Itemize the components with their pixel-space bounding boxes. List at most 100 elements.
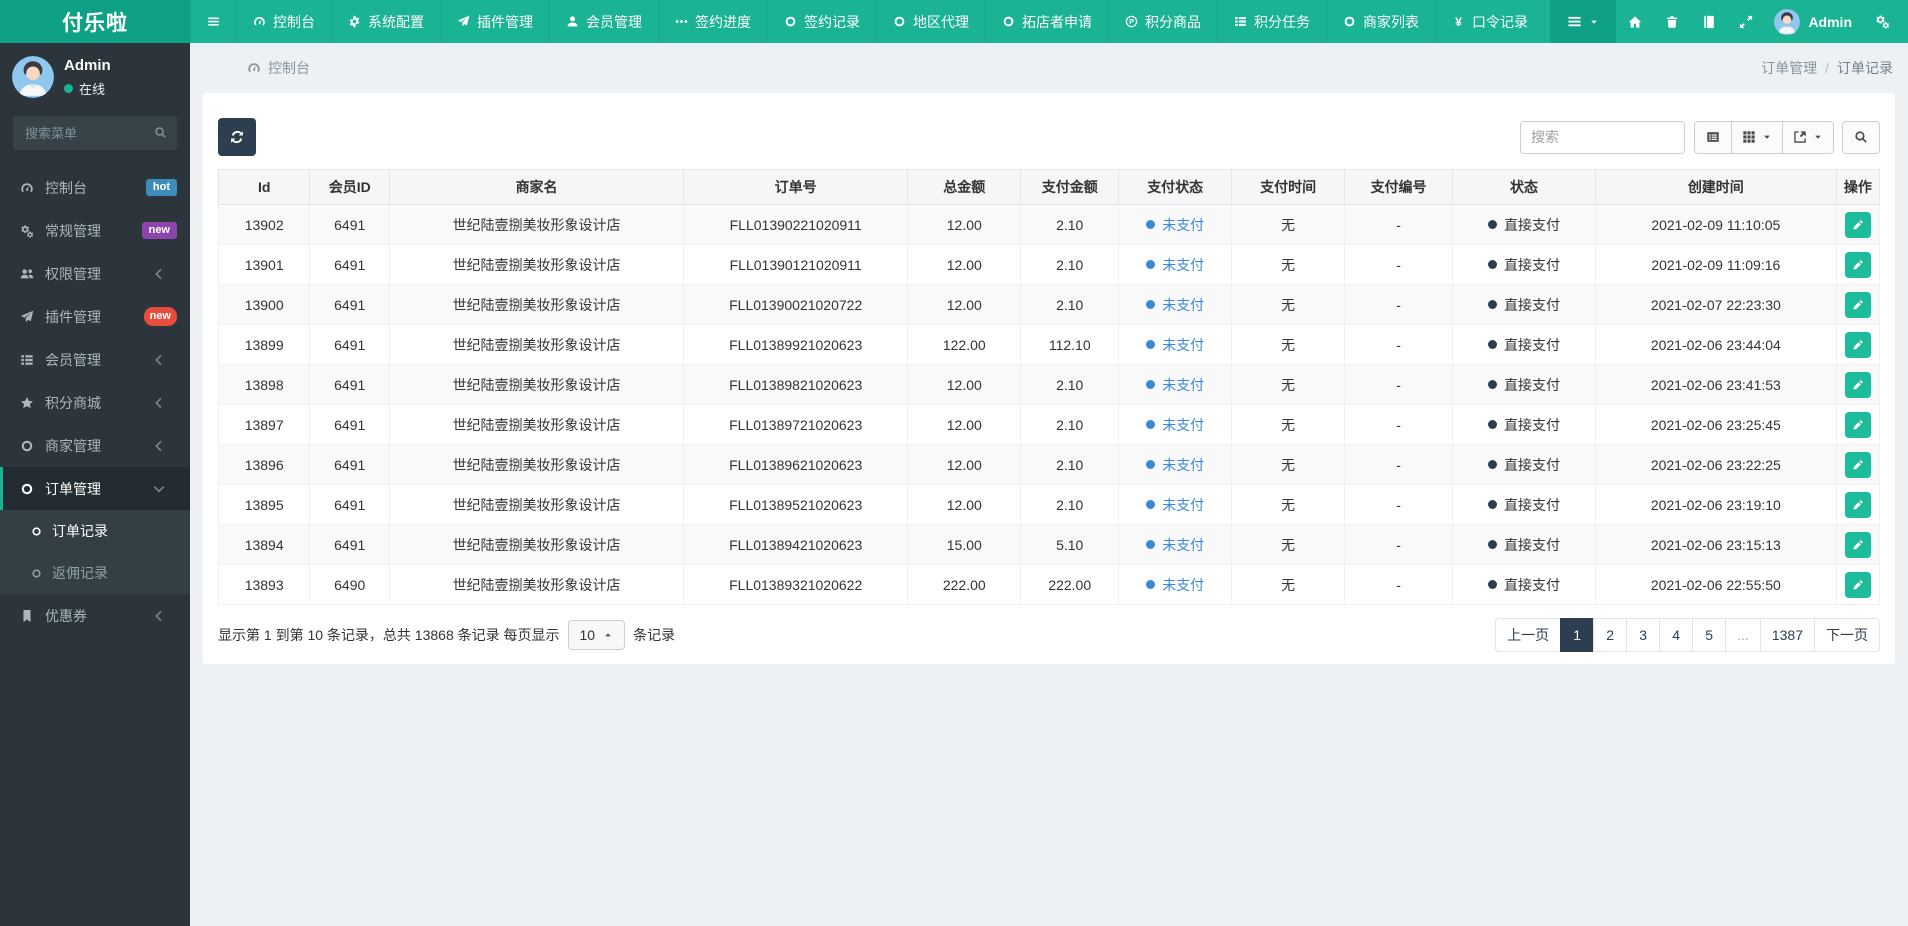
book-button[interactable]	[1690, 0, 1727, 43]
bars-icon	[1567, 14, 1582, 29]
pay-status-dot-icon	[1146, 220, 1156, 230]
edit-button[interactable]	[1844, 531, 1871, 558]
table-row: 13899 6491 世纪陆壹捌美妆形象设计店 FLL01389921020623 12…	[217, 324, 1881, 365]
actions-cell	[1835, 364, 1881, 405]
navbar-item[interactable]: 签约记录	[768, 0, 877, 43]
edit-button[interactable]	[1844, 411, 1871, 438]
table-cell: 2021-02-09 11:09:16	[1594, 244, 1837, 285]
pay-status-cell: 未支付	[1118, 204, 1233, 245]
navbar-item[interactable]: 控制台	[237, 0, 332, 43]
column-header[interactable]: Id	[217, 169, 311, 205]
column-header[interactable]: 会员ID	[309, 169, 391, 205]
layout-menu-dropdown[interactable]	[1550, 0, 1617, 43]
sidebar-item[interactable]: 权限管理	[0, 252, 190, 295]
menu-search-input[interactable]	[13, 116, 177, 150]
sidebar-item[interactable]: 商家管理	[0, 424, 190, 467]
navbar-item[interactable]: 拓店者申请	[986, 0, 1109, 43]
column-header[interactable]: 订单号	[683, 169, 909, 205]
sidebar-subitem[interactable]: 订单记录	[0, 510, 190, 552]
circle-icon	[784, 15, 797, 28]
sidebar-subitem[interactable]: 返佣记录	[0, 552, 190, 594]
pagination-link[interactable]: 4	[1659, 618, 1694, 652]
app-logo[interactable]: 付乐啦	[0, 0, 190, 43]
sidebar-item[interactable]: 积分商城	[0, 381, 190, 424]
pagination-link[interactable]: 下一页	[1814, 618, 1880, 652]
chevron-left-icon	[151, 609, 167, 623]
edit-button[interactable]	[1844, 251, 1871, 278]
navbar-item[interactable]: 商家列表	[1327, 0, 1436, 43]
sidebar-toggle-button[interactable]	[190, 0, 237, 43]
column-header[interactable]: 创建时间	[1594, 169, 1837, 205]
sidebar-item[interactable]: 优惠券	[0, 594, 190, 637]
toolbar-grid-button[interactable]	[1731, 120, 1783, 154]
column-header[interactable]: 支付时间	[1231, 169, 1346, 205]
table-search-input[interactable]	[1520, 120, 1685, 154]
table-cell: 世纪陆壹捌美妆形象设计店	[389, 564, 685, 605]
navbar-item[interactable]: P 积分商品	[1109, 0, 1218, 43]
pencil-icon	[1852, 539, 1864, 551]
edit-button[interactable]	[1844, 211, 1871, 238]
navbar-item[interactable]: 积分任务	[1218, 0, 1327, 43]
edit-button[interactable]	[1844, 491, 1871, 518]
sidebar-item[interactable]: 订单管理	[0, 467, 190, 510]
toolbar-button-group	[1694, 120, 1834, 154]
pagination-link[interactable]: 1387	[1759, 618, 1815, 652]
pagination-link[interactable]: ...	[1725, 618, 1761, 652]
pagination-link[interactable]: 5	[1692, 618, 1727, 652]
navbar-item[interactable]: ¥ 口令记录	[1436, 0, 1545, 43]
edit-button[interactable]	[1844, 571, 1871, 598]
pagination-link[interactable]: 1	[1560, 618, 1595, 652]
user-menu[interactable]: Admin	[1764, 0, 1862, 43]
expand-button[interactable]	[1727, 0, 1764, 43]
sidebar-item[interactable]: 控制台 hot	[0, 166, 190, 209]
sidebar-item[interactable]: 插件管理 new	[0, 295, 190, 338]
pagination-link[interactable]: 上一页	[1495, 618, 1562, 652]
sidebar-item-label: 订单管理	[45, 480, 101, 497]
toolbar-list-alt-button[interactable]	[1694, 120, 1732, 154]
column-header[interactable]: 总金额	[907, 169, 1022, 205]
table-cell: 13898	[217, 364, 311, 405]
edit-button[interactable]	[1844, 371, 1871, 398]
column-header[interactable]: 支付编号	[1344, 169, 1454, 205]
edit-button[interactable]	[1844, 331, 1871, 358]
status-dot-icon	[1487, 300, 1497, 310]
column-header[interactable]: 商家名	[389, 169, 685, 205]
summary-prefix: 显示第 1 到第 10 条记录，总共 13868 条记录 每页显示	[218, 627, 560, 643]
sidebar-item-label: 权限管理	[45, 265, 101, 282]
navbar-item-label: 积分任务	[1254, 13, 1310, 30]
navbar-item[interactable]: 地区代理	[877, 0, 986, 43]
search-toggle-button[interactable]	[1842, 120, 1880, 154]
navbar-item[interactable]: 插件管理	[441, 0, 550, 43]
pagination-link[interactable]: 2	[1593, 618, 1628, 652]
table-cell: 12.00	[907, 244, 1022, 285]
navbar-item-label: 签约记录	[804, 13, 860, 30]
table-cell: FLL01389921020623	[683, 324, 909, 365]
sidebar-item-label: 会员管理	[45, 351, 101, 368]
breadcrumb-dashboard-link[interactable]: 控制台	[247, 58, 310, 78]
edit-button[interactable]	[1844, 451, 1871, 478]
circle-icon	[19, 482, 35, 496]
refresh-button[interactable]	[218, 118, 256, 156]
pagination-item: 3	[1626, 618, 1661, 652]
toolbar-export-button[interactable]	[1782, 120, 1834, 154]
table-cell: 无	[1231, 204, 1346, 245]
page-size-select[interactable]: 10	[567, 620, 626, 650]
settings-button[interactable]	[1862, 0, 1902, 43]
breadcrumb-parent: 订单管理	[1761, 60, 1818, 76]
column-header[interactable]: 状态	[1452, 169, 1596, 205]
column-header[interactable]: 支付状态	[1118, 169, 1233, 205]
edit-button[interactable]	[1844, 291, 1871, 318]
pagination-link[interactable]: 3	[1626, 618, 1661, 652]
column-header[interactable]: 操作	[1835, 169, 1881, 205]
table-cell: 222.00	[1020, 564, 1120, 605]
sidebar-item[interactable]: 常规管理 new	[0, 209, 190, 252]
table-cell: 2.10	[1020, 404, 1120, 445]
navbar-item[interactable]: 会员管理	[550, 0, 659, 43]
column-header[interactable]: 支付金额	[1020, 169, 1120, 205]
sidebar-item[interactable]: 会员管理	[0, 338, 190, 381]
home-button[interactable]	[1616, 0, 1653, 43]
status-dot-icon	[1487, 540, 1497, 550]
navbar-item[interactable]: 系统配置	[332, 0, 441, 43]
trash-button[interactable]	[1653, 0, 1690, 43]
navbar-item[interactable]: 签约进度	[659, 0, 768, 43]
